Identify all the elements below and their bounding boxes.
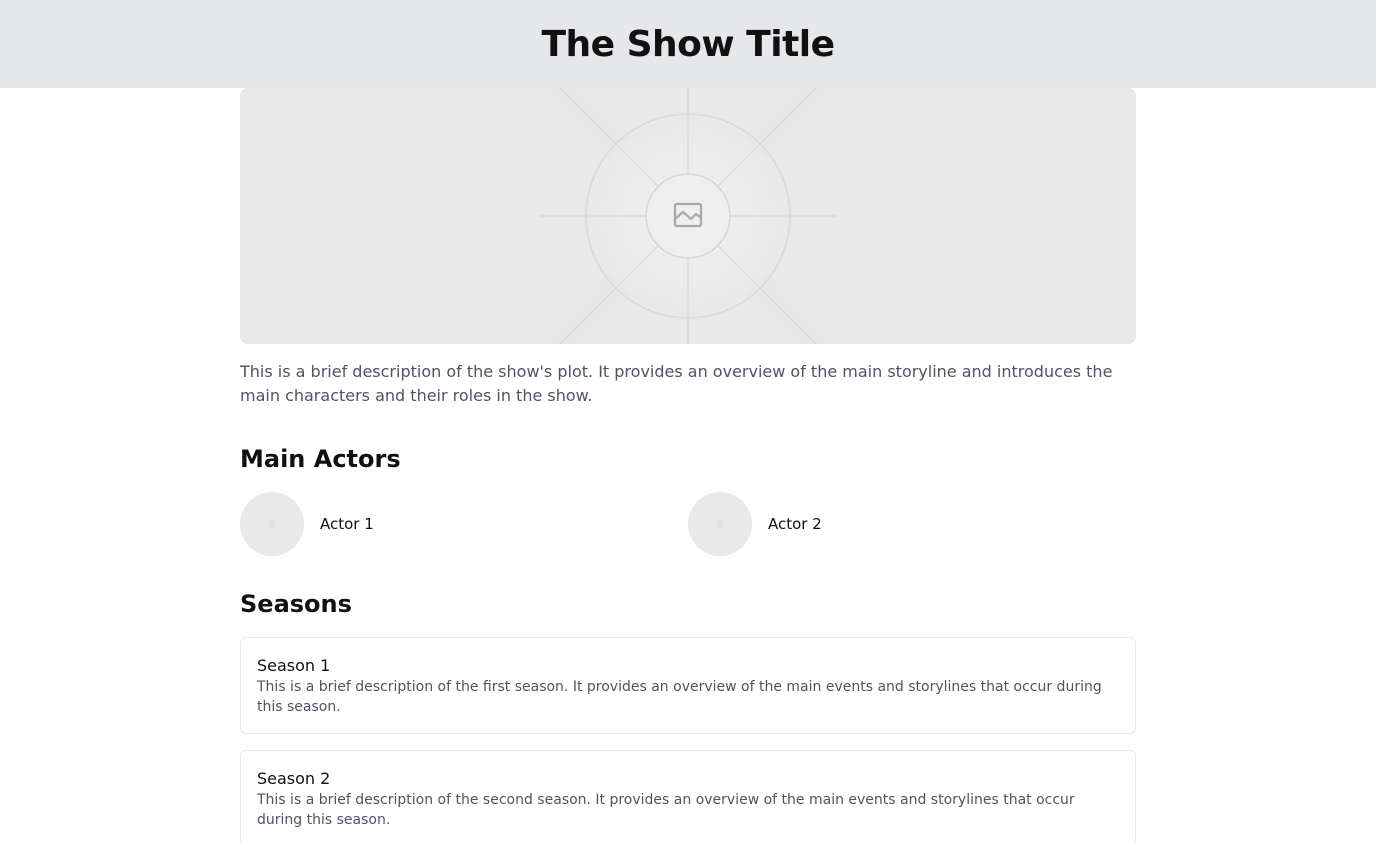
season-description: This is a brief description of the first… <box>257 679 1102 715</box>
actor-item[interactable]: Actor 1 <box>240 492 688 556</box>
avatar-placeholder-icon <box>268 520 276 528</box>
show-description: This is a brief description of the show'… <box>240 362 1113 405</box>
avatar-placeholder-icon <box>716 520 724 528</box>
main-actors-heading: Main Actors <box>240 445 401 473</box>
season-title: Season 1 <box>257 656 331 675</box>
page-header: The Show Title <box>0 0 1376 88</box>
avatar <box>240 492 304 556</box>
image-placeholder-icon <box>240 88 1136 344</box>
actor-name: Actor 1 <box>320 515 374 533</box>
season-card[interactable]: Season 1 This is a brief description of … <box>240 637 1136 734</box>
season-title: Season 2 <box>257 769 331 788</box>
main-content: This is a brief description of the show'… <box>240 88 1136 844</box>
actor-name: Actor 2 <box>768 515 822 533</box>
avatar <box>688 492 752 556</box>
page-title: The Show Title <box>541 23 835 65</box>
season-card[interactable]: Season 2 This is a brief description of … <box>240 750 1136 844</box>
actors-list: Actor 1 Actor 2 <box>240 492 1136 556</box>
actor-item[interactable]: Actor 2 <box>688 492 1136 556</box>
seasons-heading: Seasons <box>240 590 352 618</box>
season-description: This is a brief description of the secon… <box>257 792 1075 828</box>
hero-image-placeholder <box>240 88 1136 344</box>
